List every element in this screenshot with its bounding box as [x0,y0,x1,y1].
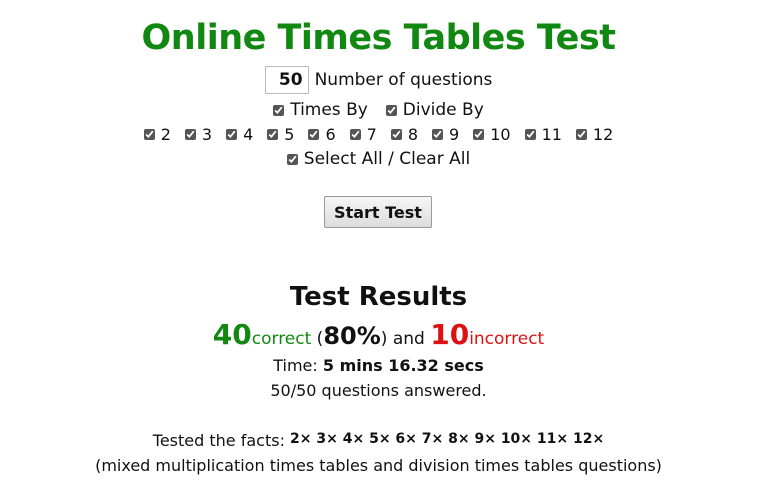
time-label: Time: [273,356,323,375]
correct-word: correct [251,329,312,349]
table-3-label: 3 [201,124,213,144]
table-2[interactable]: 2 [143,124,171,144]
table-10-label: 10 [490,124,511,144]
results-heading: Test Results [289,282,468,312]
times-by-label: Times By [290,100,368,120]
table-3-checkbox[interactable] [184,128,196,140]
table-7-checkbox[interactable] [349,128,361,140]
table-4-checkbox[interactable] [226,128,238,140]
table-11[interactable]: 11 [524,124,562,144]
facts-value: 2× 3× 4× 5× 6× 7× 8× 9× 10× 11× 12× [290,431,605,447]
time-value: 5 mins 16.32 secs [322,356,484,375]
incorrect-word: incorrect [469,329,545,349]
table-4[interactable]: 4 [226,125,253,144]
table-8[interactable]: 8 [390,124,419,144]
and-text: ) and [380,329,431,349]
table-6-label: 6 [325,124,336,144]
times-by-checkbox[interactable] [273,104,285,116]
table-5[interactable]: 5 [267,125,294,144]
operations-row: Times By Divide By [0,98,757,122]
incorrect-count: 10 [430,318,470,351]
table-11-label: 11 [541,124,562,144]
answered-text: 50/50 questions answered. [270,381,487,400]
table-9-checkbox[interactable] [432,128,444,140]
correct-count: 40 [212,318,252,351]
facts-label: Tested the facts: [152,431,291,450]
table-3[interactable]: 3 [184,124,213,144]
num-questions-label: Number of questions [314,70,493,90]
start-test-button[interactable]: Start Test [324,196,432,228]
divide-by-label: Divide By [402,100,484,120]
table-12[interactable]: 12 [575,124,614,144]
select-all[interactable]: Select All / Clear All [286,149,471,169]
table-12-checkbox[interactable] [575,128,587,140]
table-12-label: 12 [592,124,614,144]
table-6[interactable]: 6 [308,124,336,144]
table-6-checkbox[interactable] [308,128,320,140]
num-questions-input[interactable] [264,66,309,94]
table-10[interactable]: 10 [473,124,511,144]
table-11-checkbox[interactable] [524,128,536,140]
time-line: Time: 5 mins 16.32 secs [0,356,757,375]
num-questions-row: Number of questions [0,64,757,96]
op-times-by[interactable]: Times By [273,100,368,120]
table-10-checkbox[interactable] [473,128,485,140]
percent-score: 80% [323,322,381,350]
table-5-label: 5 [284,124,295,144]
select-all-label: Select All / Clear All [303,149,471,169]
select-all-row: Select All / Clear All [0,147,757,171]
score-line: 40 correct (80%) and 10 incorrect [0,318,757,351]
mixed-note: (mixed multiplication times tables and d… [95,456,662,475]
op-divide-by[interactable]: Divide By [385,100,484,120]
table-8-label: 8 [407,124,419,144]
table-5-checkbox[interactable] [267,128,279,140]
table-7-label: 7 [366,124,377,144]
tables-row: 2 3 4 5 6 7 8 9 10 11 12 [0,122,757,146]
open-paren: ( [311,329,324,349]
table-4-label: 4 [243,124,254,144]
page-title: Online Times Tables Test [141,18,616,58]
select-all-checkbox[interactable] [286,153,298,165]
table-8-checkbox[interactable] [390,128,402,140]
table-2-checkbox[interactable] [143,128,155,140]
table-2-label: 2 [160,124,171,144]
table-9[interactable]: 9 [432,125,459,144]
facts-line: Tested the facts: 2× 3× 4× 5× 6× 7× 8× 9… [0,431,757,450]
divide-by-checkbox[interactable] [385,104,397,116]
table-7[interactable]: 7 [349,124,377,144]
table-9-label: 9 [449,124,460,144]
